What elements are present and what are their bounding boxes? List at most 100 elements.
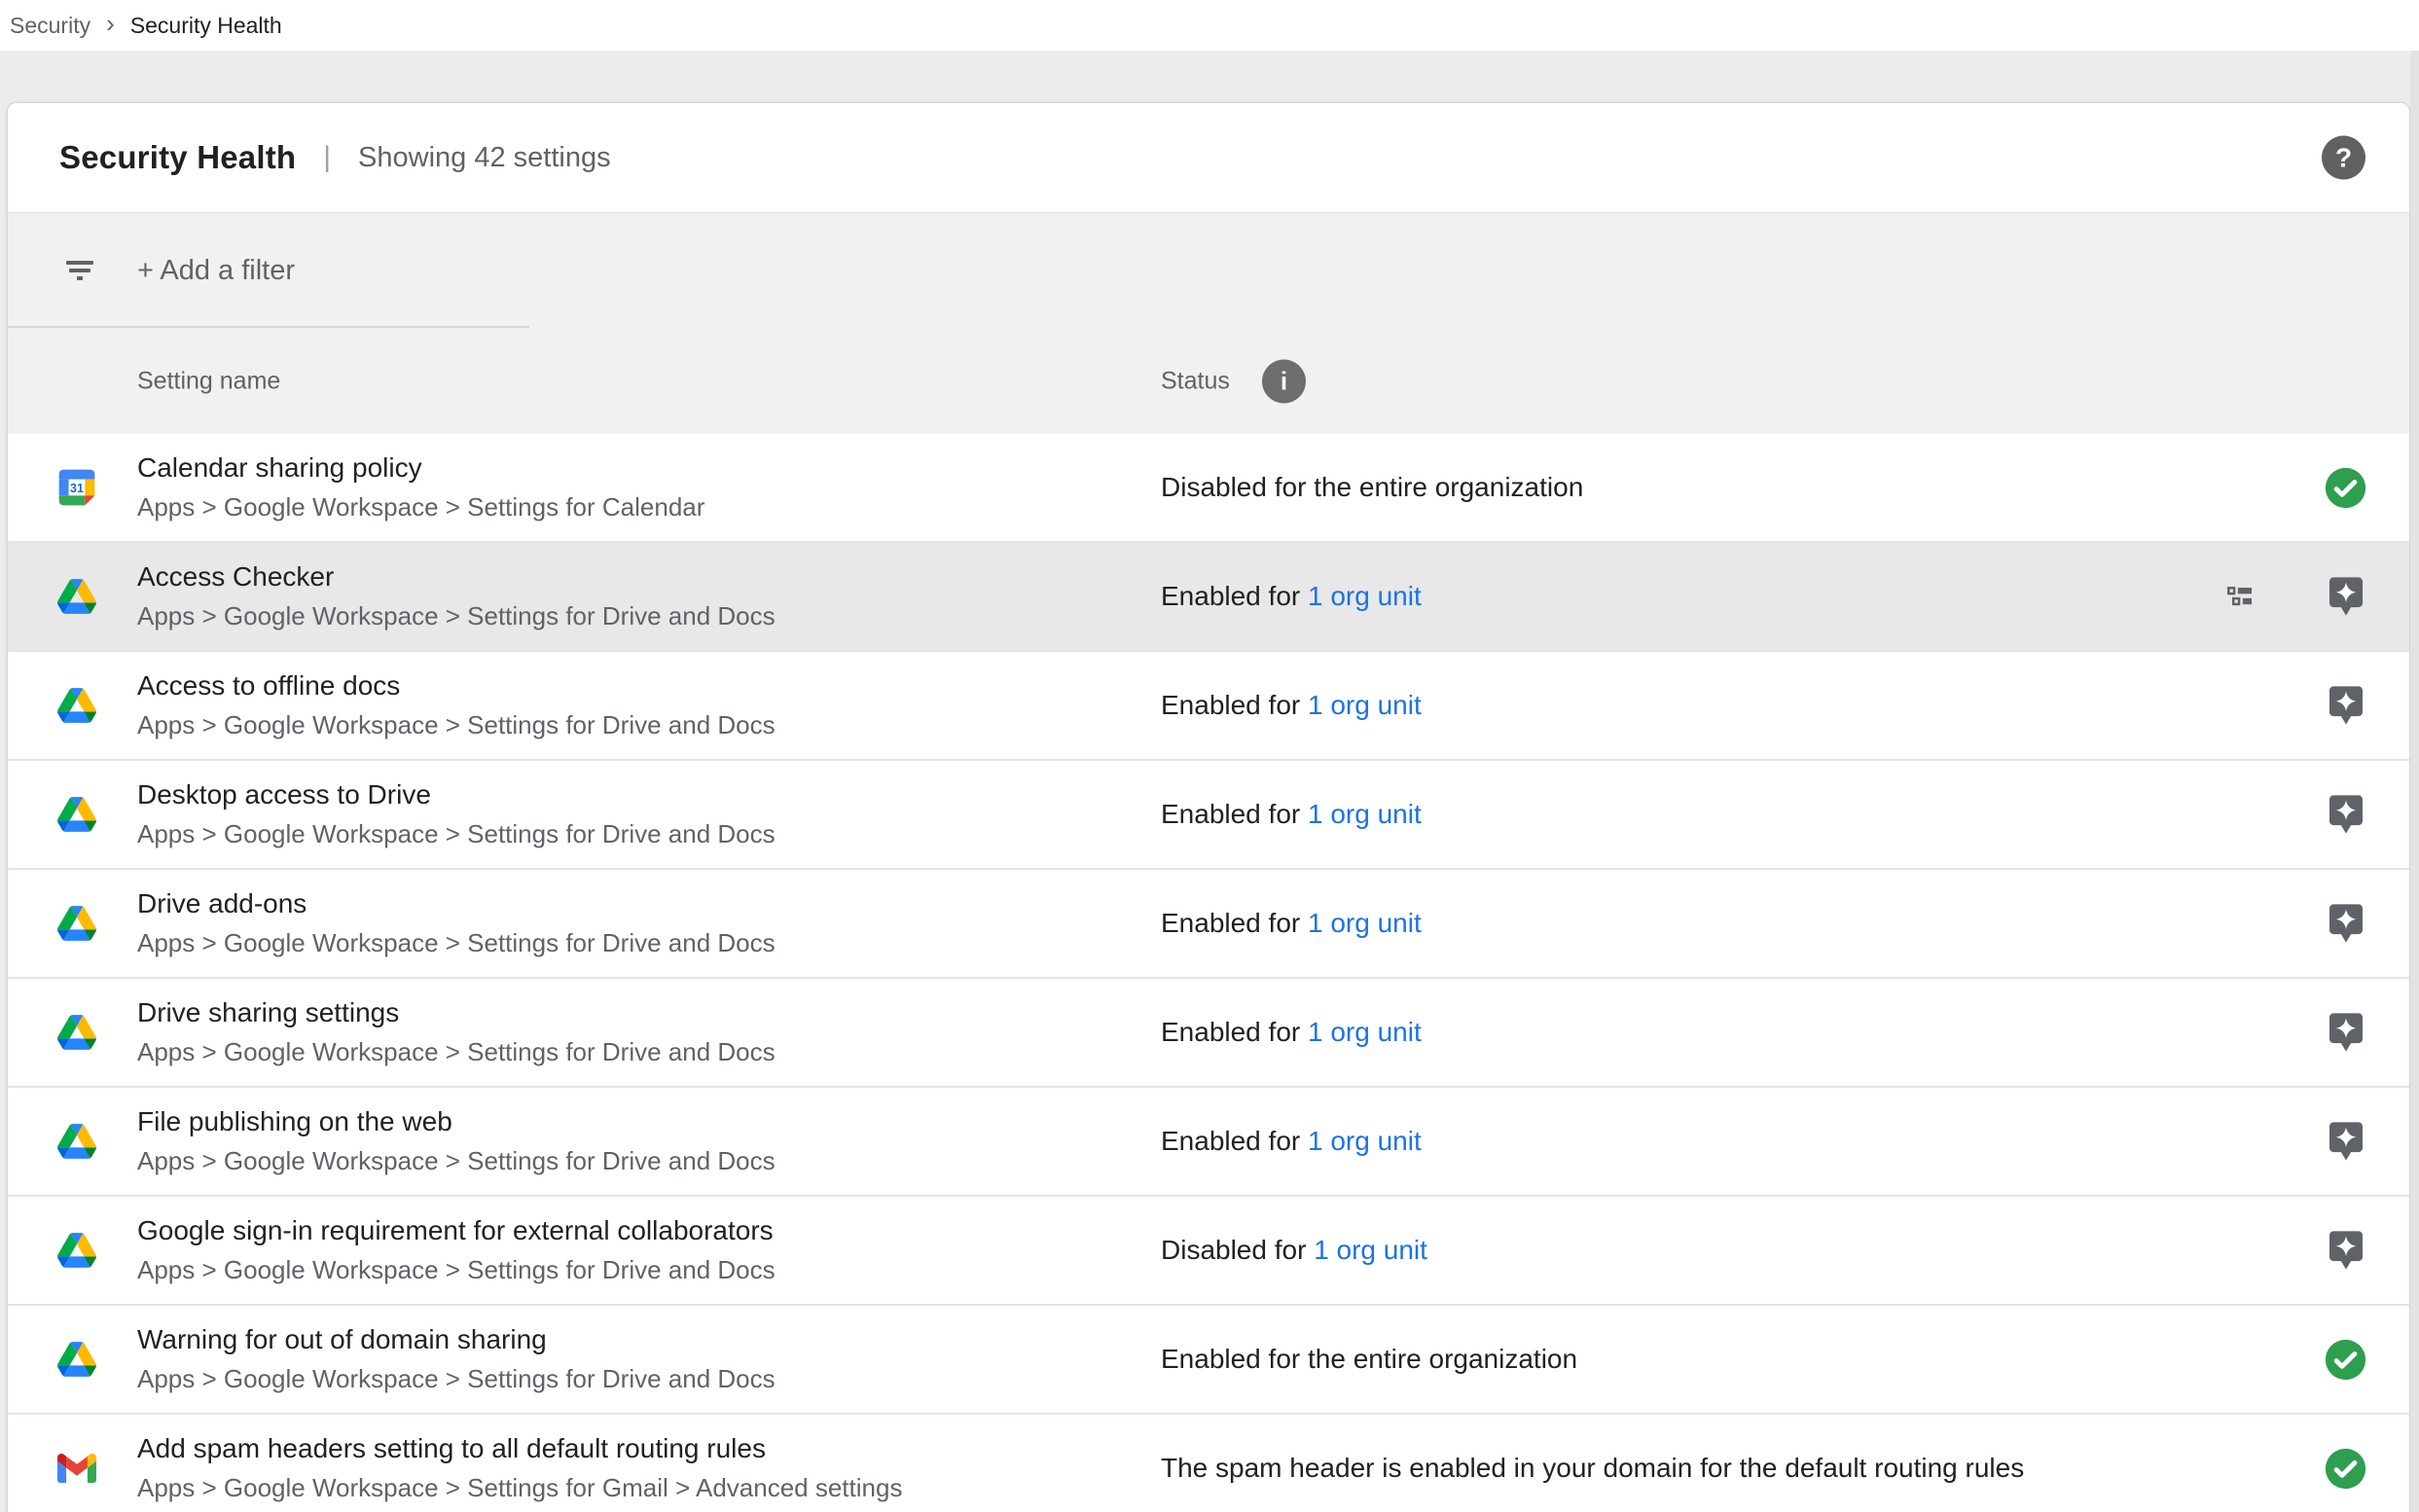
setting-path: Apps > Google Workspace > Settings for D… (137, 601, 776, 631)
row-icons (2324, 1336, 2367, 1383)
org-unit-link[interactable]: 1 org unit (1308, 1017, 1422, 1047)
setting-path: Apps > Google Workspace > Settings for D… (137, 928, 776, 958)
table-header: Setting name Status (8, 328, 2409, 434)
setting-info: Google sign-in requirement for external … (137, 1215, 776, 1285)
org-unit-link[interactable]: 1 org unit (1308, 908, 1422, 938)
row-icons (2324, 900, 2367, 947)
setting-status: Enabled for 1 org unit (1161, 1017, 1422, 1048)
status-text: Disabled for (1161, 1235, 1314, 1265)
setting-status: Enabled for the entire organization (1161, 1344, 1577, 1375)
drive-icon (57, 1340, 96, 1379)
setting-path: Apps > Google Workspace > Settings for C… (137, 492, 704, 522)
calendar-icon: 31 (57, 468, 96, 507)
setting-status: Enabled for 1 org unit (1161, 799, 1422, 830)
row-icons (2324, 1118, 2367, 1165)
setting-row[interactable]: Warning for out of domain sharing Apps >… (8, 1306, 2409, 1415)
setting-name: Drive add-ons (137, 888, 776, 919)
org-unit-link[interactable]: 1 org unit (1308, 1126, 1422, 1156)
setting-status: Disabled for the entire organization (1161, 472, 1583, 503)
org-unit-link[interactable]: 1 org unit (1314, 1235, 1427, 1265)
security-health-card: Security Health | Showing 42 settings + … (7, 102, 2410, 1512)
setting-path: Apps > Google Workspace > Settings for D… (137, 710, 776, 740)
row-icons (2324, 464, 2367, 511)
status-text: Enabled for (1161, 690, 1308, 720)
setting-info: Access to offline docs Apps > Google Wor… (137, 670, 776, 740)
setting-row[interactable]: Add spam headers setting to all default … (8, 1415, 2409, 1512)
setting-name: Calendar sharing policy (137, 452, 704, 484)
org-unit-link[interactable]: 1 org unit (1308, 581, 1422, 611)
recommendation-icon[interactable] (2324, 900, 2367, 947)
setting-info: Access Checker Apps > Google Workspace >… (137, 561, 776, 631)
drive-icon (57, 1122, 96, 1161)
title-separator: | (323, 141, 331, 174)
settings-list: 31 Calendar sharing policy Apps > Google… (8, 434, 2409, 1512)
setting-row[interactable]: Google sign-in requirement for external … (8, 1197, 2409, 1306)
setting-path: Apps > Google Workspace > Settings for D… (137, 1037, 776, 1067)
row-icons (2324, 682, 2367, 729)
status-text: Enabled for (1161, 1017, 1308, 1047)
status-ok-icon (2324, 1445, 2367, 1492)
setting-name: Access to offline docs (137, 670, 776, 702)
setting-path: Apps > Google Workspace > Settings for D… (137, 1364, 776, 1394)
drive-icon (57, 904, 96, 943)
drive-icon (57, 686, 96, 725)
setting-row[interactable]: Access to offline docs Apps > Google Wor… (8, 652, 2409, 761)
org-unit-link[interactable]: 1 org unit (1308, 690, 1422, 720)
setting-status: The spam header is enabled in your domai… (1161, 1453, 2024, 1484)
drive-icon (57, 577, 96, 616)
setting-path: Apps > Google Workspace > Settings for D… (137, 819, 776, 849)
drive-icon (57, 795, 96, 834)
setting-name: Warning for out of domain sharing (137, 1324, 776, 1355)
help-icon[interactable] (2322, 136, 2365, 180)
status-text: Disabled for the entire organization (1161, 472, 1583, 502)
row-icons (2324, 1009, 2367, 1056)
row-icons (2324, 791, 2367, 838)
setting-name: Desktop access to Drive (137, 779, 776, 810)
setting-path: Apps > Google Workspace > Settings for D… (137, 1146, 776, 1176)
recommendation-icon[interactable] (2324, 573, 2367, 620)
setting-name: Access Checker (137, 561, 776, 593)
column-setting-name: Setting name (137, 367, 280, 395)
setting-row[interactable]: 31 Calendar sharing policy Apps > Google… (8, 434, 2409, 543)
setting-info: File publishing on the web Apps > Google… (137, 1106, 776, 1176)
filter-icon (61, 252, 98, 289)
setting-row[interactable]: Desktop access to Drive Apps > Google Wo… (8, 761, 2409, 870)
row-icons (2324, 1227, 2367, 1274)
setting-name: Google sign-in requirement for external … (137, 1215, 776, 1246)
recommendation-icon[interactable] (2324, 791, 2367, 838)
recommendation-icon[interactable] (2324, 1118, 2367, 1165)
status-text: The spam header is enabled in your domai… (1161, 1453, 2024, 1483)
settings-count: Showing 42 settings (358, 142, 611, 174)
status-ok-icon (2324, 464, 2367, 511)
status-text: Enabled for (1161, 1126, 1308, 1156)
breadcrumb-chevron-icon: › (106, 9, 115, 39)
setting-status: Enabled for 1 org unit (1161, 690, 1422, 721)
gmail-icon (57, 1449, 96, 1488)
setting-info: Warning for out of domain sharing Apps >… (137, 1324, 776, 1394)
recommendation-icon[interactable] (2324, 682, 2367, 729)
org-unit-link[interactable]: 1 org unit (1308, 799, 1422, 829)
breadcrumb-current: Security Health (130, 13, 282, 39)
org-units-icon (2222, 577, 2261, 616)
card-header: Security Health | Showing 42 settings (8, 103, 2409, 213)
drive-icon (57, 1231, 96, 1270)
setting-status: Enabled for 1 org unit (1161, 581, 1422, 612)
status-text: Enabled for (1161, 799, 1308, 829)
setting-row[interactable]: Drive add-ons Apps > Google Workspace > … (8, 870, 2409, 979)
setting-name: File publishing on the web (137, 1106, 776, 1137)
setting-row[interactable]: File publishing on the web Apps > Google… (8, 1088, 2409, 1197)
recommendation-icon[interactable] (2324, 1227, 2367, 1274)
setting-info: Drive add-ons Apps > Google Workspace > … (137, 888, 776, 958)
setting-name: Drive sharing settings (137, 997, 776, 1028)
setting-row[interactable]: Access Checker Apps > Google Workspace >… (8, 543, 2409, 652)
column-status: Status (1161, 367, 1230, 395)
add-filter-button[interactable]: + Add a filter (137, 255, 295, 287)
page-title: Security Health (59, 139, 296, 176)
status-ok-icon (2324, 1336, 2367, 1383)
page-edge-gutter (2410, 51, 2419, 1512)
setting-status: Enabled for 1 org unit (1161, 1126, 1422, 1157)
breadcrumb-security-link[interactable]: Security (10, 13, 90, 39)
info-icon[interactable] (1262, 359, 1306, 403)
recommendation-icon[interactable] (2324, 1009, 2367, 1056)
setting-row[interactable]: Drive sharing settings Apps > Google Wor… (8, 979, 2409, 1088)
